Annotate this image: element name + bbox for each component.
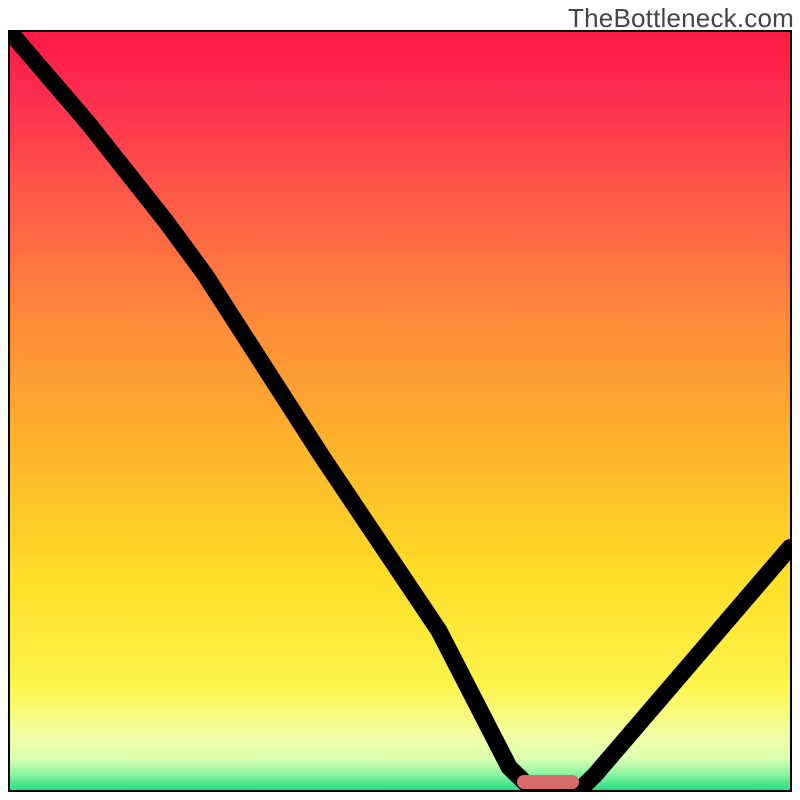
watermark-label: TheBottleneck.com (568, 3, 794, 34)
bottleneck-curve (10, 32, 790, 790)
curve-layer (10, 32, 790, 790)
plot-area (8, 30, 792, 792)
optimal-range-marker (517, 775, 579, 789)
chart-wrapper: TheBottleneck.com (0, 0, 800, 800)
